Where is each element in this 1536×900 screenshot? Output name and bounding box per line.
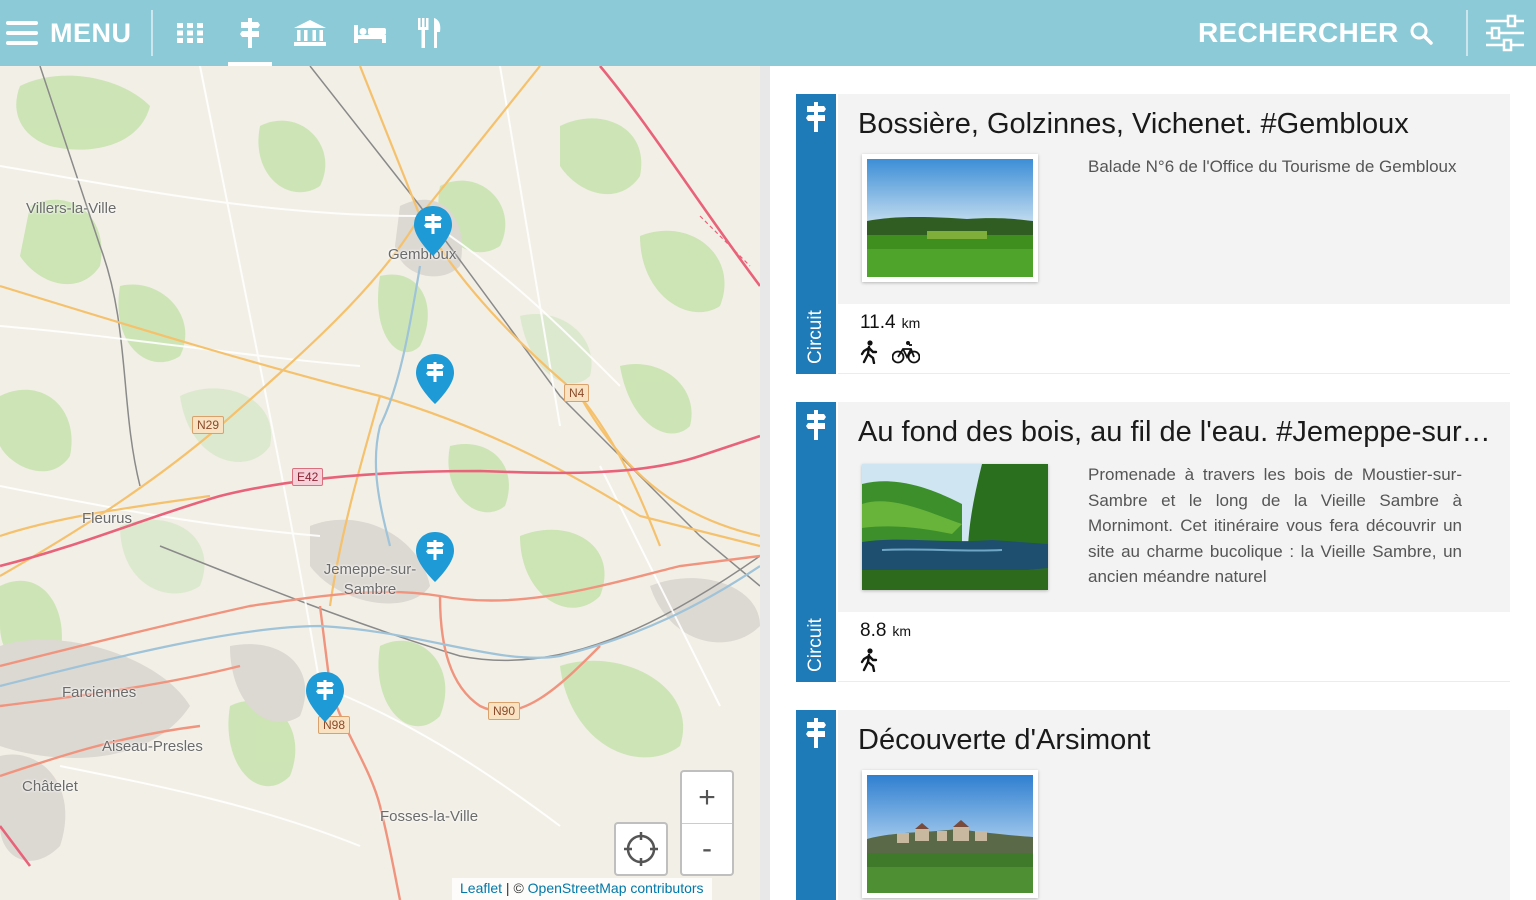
card-activities xyxy=(860,340,920,364)
sliders-icon xyxy=(1486,14,1524,52)
crosshair-icon xyxy=(624,832,658,866)
walking-icon xyxy=(860,340,878,364)
menu-label: MENU xyxy=(50,17,132,48)
card-distance: 11.4 km xyxy=(860,312,920,334)
grid-icon xyxy=(177,23,203,43)
walking-icon xyxy=(860,648,878,672)
distance-value: 8.8 xyxy=(860,620,887,641)
card-description: Promenade à travers les bois de Moustier… xyxy=(1088,465,1462,586)
panel-divider xyxy=(760,66,770,900)
card-title[interactable]: Découverte d'Arsimont xyxy=(858,724,1494,757)
card-photo[interactable] xyxy=(862,154,1038,282)
bicycle-icon xyxy=(892,341,920,364)
map[interactable]: Villers-la-Ville Gembloux Fleurus Jemepp… xyxy=(0,66,760,900)
road-label: N90 xyxy=(488,702,521,720)
card-distance: 8.8 km xyxy=(860,620,911,642)
category-lodging[interactable] xyxy=(348,0,392,66)
card-type-strip: Circuit xyxy=(796,402,836,682)
road-label: E42 xyxy=(292,468,324,486)
landscape-photo xyxy=(867,159,1033,277)
circuit-marker[interactable] xyxy=(306,672,344,722)
place-label: Fleurus xyxy=(82,510,133,527)
signpost-icon xyxy=(240,18,260,48)
distance-unit: km xyxy=(901,315,921,331)
menu-button[interactable]: MENU xyxy=(6,14,132,52)
card-type-strip: Circuit xyxy=(796,94,836,374)
card-title[interactable]: Bossière, Golzinnes, Vichenet. #Gembloux xyxy=(858,108,1494,141)
card-meta: 8.8 km xyxy=(838,612,1510,682)
place-label: Jemeppe-sur-Sambre xyxy=(323,561,417,598)
museum-icon xyxy=(294,20,326,46)
search-icon xyxy=(1410,22,1433,45)
circuit-card[interactable]: Circuit Au fond des bois, au fil de l'ea… xyxy=(796,402,1510,682)
card-title[interactable]: Au fond des bois, au fil de l'eau. #Jeme… xyxy=(858,416,1494,449)
osm-link[interactable]: OpenStreetMap contributors xyxy=(528,880,704,896)
card-description: Balade N°6 de l'Office du Tourisme de Ge… xyxy=(1088,157,1457,176)
distance-unit: km xyxy=(892,623,912,639)
place-label: Fosses-la-Ville xyxy=(380,808,479,825)
leaflet-link[interactable]: Leaflet xyxy=(460,880,502,896)
signpost-icon xyxy=(806,102,826,132)
card-photo[interactable] xyxy=(862,770,1038,898)
circuit-card[interactable]: Découverte d'Arsimont xyxy=(796,710,1510,900)
card-body: Bossière, Golzinnes, Vichenet. #Gembloux… xyxy=(838,94,1510,304)
card-body: Découverte d'Arsimont xyxy=(838,710,1510,900)
distance-value: 11.4 xyxy=(860,312,896,333)
search-label: RECHERCHER xyxy=(1198,17,1399,48)
zoom-in-button[interactable]: + xyxy=(682,772,732,823)
river-photo xyxy=(862,464,1048,590)
zoom-control: + - xyxy=(680,770,734,876)
place-label: Farciennes xyxy=(62,684,137,701)
results-list: Circuit Bossière, Golzinnes, Vichenet. #… xyxy=(770,66,1536,900)
category-culture[interactable] xyxy=(288,0,332,66)
filters-button[interactable] xyxy=(1484,12,1526,54)
village-photo xyxy=(867,775,1033,893)
fork-knife-icon xyxy=(418,18,441,48)
separator xyxy=(1466,10,1468,56)
top-bar: MENU RECHERCHER xyxy=(0,0,1536,66)
signpost-icon xyxy=(806,410,826,440)
road-label: N29 xyxy=(192,416,225,434)
place-label: Châtelet xyxy=(22,778,78,795)
card-type-strip xyxy=(796,710,836,900)
card-body: Au fond des bois, au fil de l'eau. #Jeme… xyxy=(838,402,1510,612)
circuit-marker[interactable] xyxy=(414,206,452,256)
road-label: N4 xyxy=(564,384,590,402)
zoom-out-button[interactable]: - xyxy=(682,823,732,874)
circuit-marker[interactable] xyxy=(416,532,454,582)
card-meta: 11.4 km xyxy=(838,304,1510,374)
signpost-icon xyxy=(806,718,826,748)
map-attribution: Leaflet | © OpenStreetMap contributors xyxy=(452,878,712,900)
category-all[interactable] xyxy=(168,0,212,66)
separator xyxy=(151,10,153,56)
card-activities xyxy=(860,648,878,672)
category-restaurants[interactable] xyxy=(408,0,452,66)
search-button[interactable]: RECHERCHER xyxy=(1198,14,1433,52)
card-type: Circuit xyxy=(805,618,826,672)
place-label: Villers-la-Ville xyxy=(26,200,117,217)
circuit-card[interactable]: Circuit Bossière, Golzinnes, Vichenet. #… xyxy=(796,94,1510,374)
card-type: Circuit xyxy=(805,310,826,364)
locate-button[interactable] xyxy=(614,822,668,876)
hamburger-icon xyxy=(6,21,38,45)
circuit-marker[interactable] xyxy=(416,354,454,404)
map-tiles xyxy=(0,66,760,900)
attribution-separator: | © xyxy=(502,880,528,896)
place-label: Aiseau-Presles xyxy=(102,738,203,755)
card-photo[interactable] xyxy=(862,464,1048,590)
bed-icon xyxy=(354,25,386,43)
category-circuits[interactable] xyxy=(228,0,272,66)
